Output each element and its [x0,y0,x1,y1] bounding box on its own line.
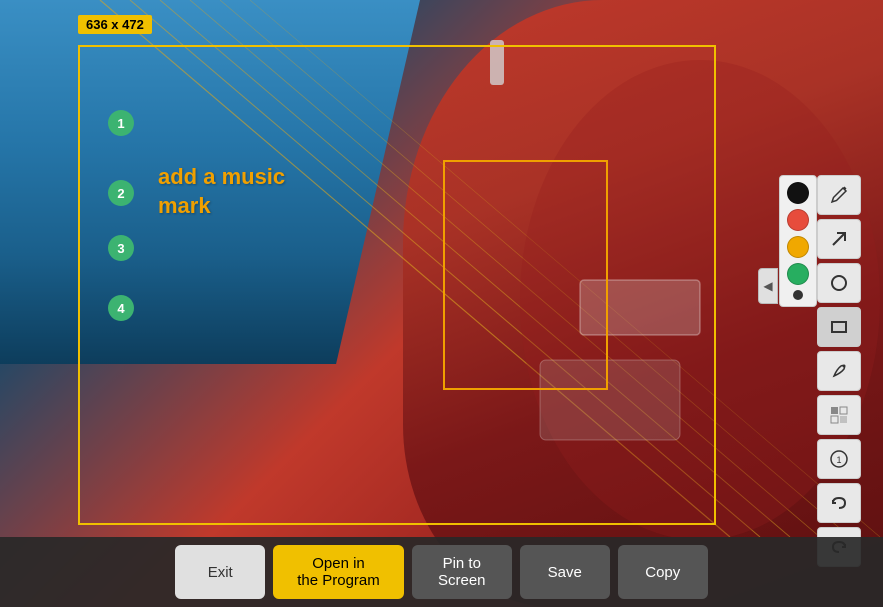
svg-text:1: 1 [836,455,841,465]
copy-button[interactable]: Copy [618,545,708,599]
tool-circle-button[interactable] [817,263,861,303]
capture-area: 636 x 472 1 2 3 4 add a music mark [78,15,720,525]
edit-icon [829,185,849,205]
outer-selection-border [78,45,716,525]
open-program-button[interactable]: Open in the Program [273,545,404,599]
save-button[interactable]: Save [520,545,610,599]
tool-edit-button[interactable] [817,175,861,215]
pin-to-screen-button[interactable]: Pin to Screen [412,545,512,599]
marker-1: 1 [108,110,134,136]
exit-button[interactable]: Exit [175,545,265,599]
tool-arrow-button[interactable] [817,219,861,259]
panel-collapse-arrow[interactable]: ◀ [758,268,778,304]
tool-pen-button[interactable] [817,351,861,391]
color-swatch-green[interactable] [787,263,809,285]
tool-rectangle-button[interactable] [817,307,861,347]
marker-4: 4 [108,295,134,321]
tool-number-button[interactable]: 1 [817,439,861,479]
arrow-icon [829,229,849,249]
undo-icon [829,493,849,513]
color-swatch-orange[interactable] [787,236,809,258]
circle-icon [829,273,849,293]
color-swatch-black[interactable] [787,182,809,204]
marker-3: 3 [108,235,134,261]
tool-fill-button[interactable] [817,395,861,435]
toolbar: 1 [817,175,865,567]
color-panel [779,175,817,307]
fill-icon [829,405,849,425]
number-icon: 1 [829,449,849,469]
rectangle-icon [829,317,849,337]
inner-selection-border [443,160,608,390]
dimension-label: 636 x 472 [78,15,152,34]
marker-2: 2 [108,180,134,206]
action-bar: Exit Open in the Program Pin to Screen S… [0,537,883,607]
color-swatch-red[interactable] [787,209,809,231]
annotation-text: add a music mark [158,163,285,220]
color-dot-small[interactable] [793,290,803,300]
pen-icon [829,361,849,381]
tool-undo-button[interactable] [817,483,861,523]
